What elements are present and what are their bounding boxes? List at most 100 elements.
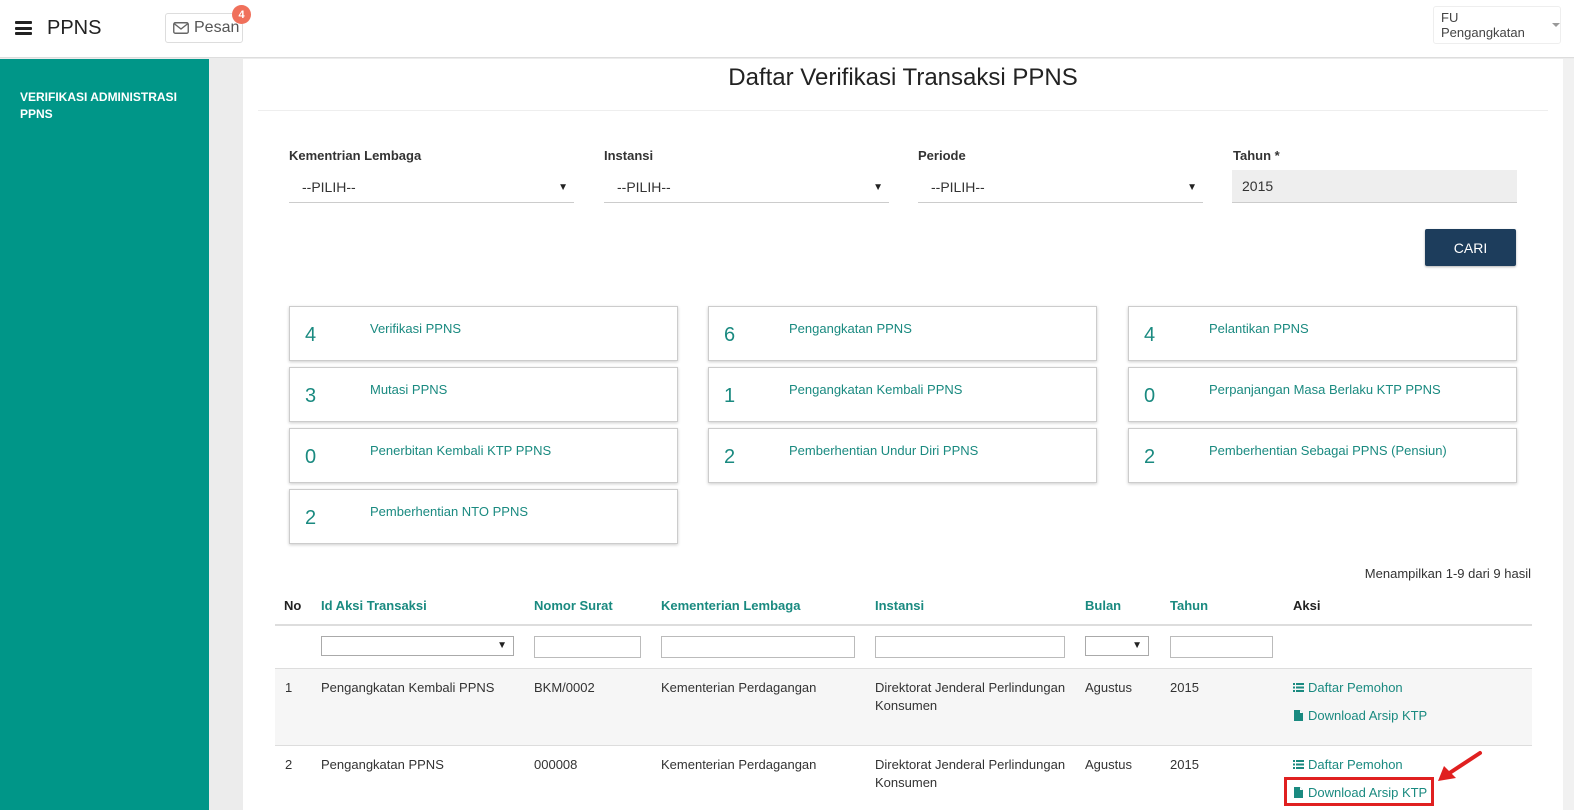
card-count: 2 (724, 446, 736, 468)
filter-nomor-surat-input[interactable] (534, 636, 641, 658)
daftar-pemohon-label: Daftar Pemohon (1308, 757, 1403, 772)
dropdown-arrow-icon: ▼ (1132, 640, 1142, 651)
filter-tahun-input[interactable] (1170, 636, 1273, 658)
divider (258, 110, 1548, 111)
cell-aksi-transaksi: Pengangkatan PPNS (321, 757, 444, 772)
card-count: 3 (305, 385, 317, 407)
red-arrow-icon (1438, 751, 1482, 781)
column-header-aksi: Aksi (1293, 598, 1321, 613)
cell-no: 2 (285, 757, 293, 772)
column-header-nomor-surat[interactable]: Nomor Surat (534, 598, 613, 613)
daftar-pemohon-link[interactable]: Daftar Pemohon (1293, 757, 1403, 772)
cell-kementerian: Kementerian Perdagangan (661, 757, 817, 772)
cell-nomor-surat: 000008 (534, 757, 578, 772)
menu-icon[interactable] (15, 21, 32, 35)
row-divider (275, 745, 1532, 746)
download-arsip-ktp-label: Download Arsip KTP (1308, 708, 1428, 723)
result-summary: Menampilkan 1-9 dari 9 hasil (1364, 566, 1531, 581)
list-icon (1293, 683, 1304, 692)
messages-label: Pesan (194, 19, 240, 36)
filter-instansi-input[interactable] (875, 636, 1065, 658)
card-label: Pengangkatan PPNS (789, 321, 912, 336)
kementrian-label: Kementrian Lembaga (289, 148, 422, 163)
dropdown-arrow-icon: ▼ (873, 182, 883, 193)
dropdown-arrow-icon: ▼ (1187, 182, 1197, 193)
tahun-label: Tahun * (1233, 148, 1280, 163)
card-mutasi[interactable]: 3 Mutasi PPNS (289, 367, 678, 422)
list-icon (1293, 760, 1304, 769)
column-header-instansi[interactable]: Instansi (875, 598, 924, 613)
cell-aksi-transaksi: Pengangkatan Kembali PPNS (321, 680, 495, 695)
card-count: 6 (724, 324, 736, 346)
card-label: Perpanjangan Masa Berlaku KTP PPNS (1209, 382, 1441, 397)
card-pelantikan[interactable]: 4 Pelantikan PPNS (1128, 306, 1517, 361)
column-header-bulan[interactable]: Bulan (1085, 598, 1121, 613)
table-header-divider (275, 624, 1532, 626)
card-count: 1 (724, 385, 736, 407)
messages-button[interactable]: Pesan (165, 13, 243, 43)
card-count: 4 (305, 324, 317, 346)
instansi-select[interactable]: --PILIH-- ▼ (604, 171, 889, 203)
messages-count-badge: 4 (232, 5, 251, 24)
user-role-label: FU Pengangkatan (1441, 10, 1525, 40)
daftar-pemohon-label: Daftar Pemohon (1308, 680, 1403, 695)
scrollbar[interactable] (1563, 59, 1574, 810)
dropdown-arrow-icon: ▼ (497, 640, 507, 651)
caret-down-icon (1552, 23, 1560, 27)
card-count: 4 (1144, 324, 1156, 346)
daftar-pemohon-link[interactable]: Daftar Pemohon (1293, 680, 1403, 695)
file-icon (1294, 710, 1303, 721)
card-pengangkatan[interactable]: 6 Pengangkatan PPNS (708, 306, 1097, 361)
column-header-tahun[interactable]: Tahun (1170, 598, 1208, 613)
cell-no: 1 (285, 680, 293, 695)
cell-instansi: Direktorat Jenderal Perlindungan Konsume… (875, 756, 1065, 792)
envelope-icon (173, 22, 189, 34)
periode-select-value: --PILIH-- (931, 178, 985, 195)
card-label: Verifikasi PPNS (370, 321, 462, 336)
card-pensiun[interactable]: 2 Pemberhentian Sebagai PPNS (Pensiun) (1128, 428, 1517, 483)
download-arsip-ktp-link[interactable]: Download Arsip KTP (1293, 708, 1427, 723)
sidebar-item-verifikasi[interactable]: VERIFIKASI ADMINISTRASI PPNS (20, 89, 200, 123)
card-count: 0 (305, 446, 317, 468)
kementrian-select-value: --PILIH-- (302, 178, 356, 195)
dropdown-arrow-icon: ▼ (558, 182, 568, 193)
user-role-dropdown[interactable]: FU Pengangkatan (1433, 6, 1561, 44)
cell-instansi-line: Direktorat Jenderal Perlindungan (875, 757, 1066, 772)
card-nto[interactable]: 2 Pemberhentian NTO PPNS (289, 489, 678, 544)
cell-kementerian: Kementerian Perdagangan (661, 680, 817, 695)
column-header-kementerian[interactable]: Kementerian Lembaga (661, 598, 800, 613)
card-count: 0 (1144, 385, 1156, 407)
card-pengangkatan-kembali[interactable]: 1 Pengangkatan Kembali PPNS (708, 367, 1097, 422)
highlight-box (1284, 777, 1434, 806)
sidebar: VERIFIKASI ADMINISTRASI PPNS (0, 59, 209, 810)
top-bar: PPNS Pesan 4 FU Pengangkatan (0, 0, 1574, 58)
cell-nomor-surat: BKM/0002 (534, 680, 595, 695)
kementrian-select[interactable]: --PILIH-- ▼ (289, 171, 574, 203)
cell-instansi-line: Konsumen (875, 698, 938, 713)
card-perpanjangan-ktp[interactable]: 0 Perpanjangan Masa Berlaku KTP PPNS (1128, 367, 1517, 422)
card-count: 2 (305, 507, 317, 529)
tahun-value: 2015 (1242, 178, 1274, 194)
page-title: Daftar Verifikasi Transaksi PPNS (728, 64, 1078, 91)
cell-tahun: 2015 (1170, 680, 1199, 695)
card-count: 2 (1144, 446, 1156, 468)
instansi-label: Instansi (604, 148, 654, 163)
filter-bulan-select[interactable]: ▼ (1085, 636, 1149, 656)
search-button[interactable]: CARI (1425, 229, 1516, 266)
card-label: Pengangkatan Kembali PPNS (789, 382, 963, 397)
card-label: Pemberhentian Sebagai PPNS (Pensiun) (1209, 443, 1447, 458)
tahun-field[interactable]: 2015 (1232, 170, 1517, 203)
card-verifikasi[interactable]: 4 Verifikasi PPNS (289, 306, 678, 361)
cell-instansi: Direktorat Jenderal Perlindungan Konsume… (875, 679, 1065, 715)
cell-bulan: Agustus (1085, 680, 1132, 695)
card-label: Penerbitan Kembali KTP PPNS (370, 443, 552, 458)
card-label: Mutasi PPNS (370, 382, 448, 397)
filter-id-aksi-select[interactable]: ▼ (321, 636, 514, 656)
cell-tahun: 2015 (1170, 757, 1199, 772)
card-label: Pemberhentian NTO PPNS (370, 504, 528, 519)
card-penerbitan-ktp[interactable]: 0 Penerbitan Kembali KTP PPNS (289, 428, 678, 483)
filter-kementerian-input[interactable] (661, 636, 855, 658)
card-undur-diri[interactable]: 2 Pemberhentian Undur Diri PPNS (708, 428, 1097, 483)
periode-select[interactable]: --PILIH-- ▼ (918, 171, 1203, 203)
column-header-id-aksi[interactable]: Id Aksi Transaksi (321, 598, 427, 613)
